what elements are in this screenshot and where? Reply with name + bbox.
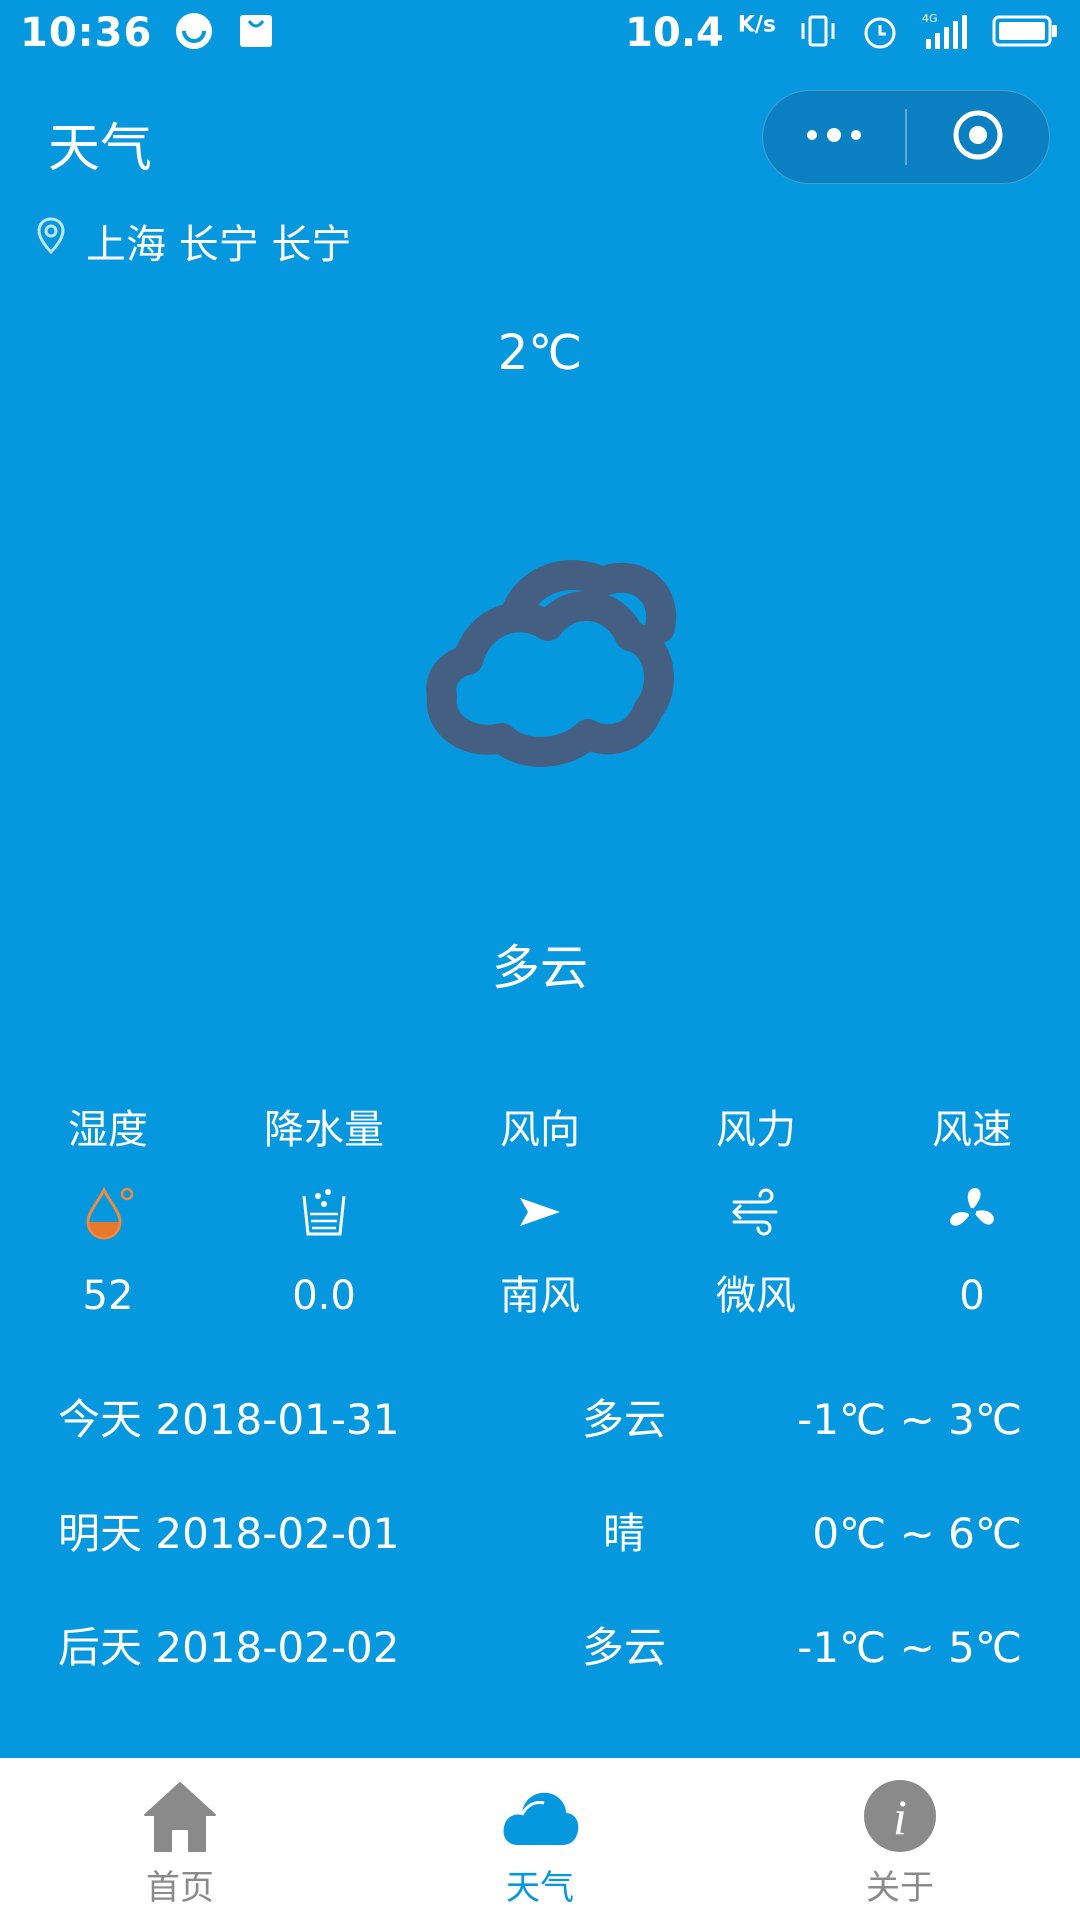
tab-bar: 首页 天气 i 关于 [0, 1758, 1080, 1920]
status-bar-right: 10.4 K/s 4G [625, 10, 1058, 56]
shopping-bag-notification-icon [236, 11, 276, 55]
capsule-menu [762, 90, 1050, 184]
metric-value: 微风 [716, 1273, 796, 1319]
metric-value: 南风 [500, 1273, 580, 1319]
mini-program-header: 天气 [0, 86, 1080, 196]
current-description: 多云 [491, 940, 588, 996]
alarm-icon [860, 11, 900, 55]
forecast-temp: 0℃ ~ 6℃ [812, 1509, 1022, 1558]
status-bar: 10:36 10.4 K/s 4G [0, 0, 1080, 66]
cloudy-icon [398, 550, 684, 790]
metric-precipitation: 降水量 0.0 [216, 1100, 432, 1324]
metric-humidity: 湿度 52 [0, 1100, 216, 1324]
forecast-row: 今天 2018-01-31 多云 -1℃ ~ 3℃ [0, 1392, 1080, 1506]
forecast-day: 今天 2018-01-31 [58, 1395, 400, 1444]
tab-label: 天气 [506, 1868, 574, 1908]
cloud-icon [500, 1776, 580, 1856]
tab-home[interactable]: 首页 [0, 1758, 360, 1920]
messenger-notification-icon [174, 11, 214, 55]
metric-value: 0.0 [292, 1273, 356, 1319]
metric-label: 风力 [716, 1107, 796, 1153]
metric-value: 52 [82, 1273, 134, 1319]
location-pin-icon [36, 216, 66, 266]
page-title: 天气 [48, 119, 153, 179]
forecast-desc: 晴 [602, 1509, 645, 1558]
humidity-drop-icon [78, 1182, 138, 1242]
home-icon [140, 1776, 220, 1856]
battery-icon [992, 13, 1058, 53]
forecast-day: 后天 2018-02-02 [58, 1623, 400, 1672]
weather-metrics: 湿度 52 降水量 0.0 风向 南风 风力 微风 风速 0 [0, 1100, 1080, 1324]
metric-wind-force: 风力 微风 [648, 1100, 864, 1324]
forecast-temp: -1℃ ~ 5℃ [797, 1623, 1022, 1672]
location-bar[interactable]: 上海 长宁 长宁 [36, 212, 351, 270]
fan-icon [942, 1182, 1002, 1242]
metric-label: 风速 [932, 1107, 1012, 1153]
wind-lines-icon [726, 1182, 786, 1242]
tab-about[interactable]: i 关于 [720, 1758, 1080, 1920]
forecast-list: 今天 2018-01-31 多云 -1℃ ~ 3℃ 明天 2018-02-01 … [0, 1392, 1080, 1734]
current-temperature: 2℃ [497, 325, 583, 381]
more-button[interactable] [763, 91, 905, 183]
wind-direction-arrow-icon [510, 1182, 570, 1242]
close-button[interactable] [907, 91, 1049, 183]
metric-label: 湿度 [68, 1107, 148, 1153]
metric-value: 0 [959, 1273, 985, 1319]
precipitation-cup-icon [294, 1182, 354, 1242]
forecast-row: 明天 2018-02-01 晴 0℃ ~ 6℃ [0, 1506, 1080, 1620]
forecast-temp: -1℃ ~ 3℃ [797, 1395, 1022, 1444]
target-circle-icon [951, 108, 1005, 166]
metric-wind-direction: 风向 南风 [432, 1100, 648, 1324]
svg-text:i: i [893, 1789, 907, 1845]
signal-4g-icon: 4G [922, 11, 970, 55]
tab-weather[interactable]: 天气 [360, 1758, 720, 1920]
status-bar-left: 10:36 [20, 10, 276, 56]
info-icon: i [860, 1776, 940, 1856]
metric-label: 降水量 [264, 1107, 384, 1153]
tab-label: 关于 [866, 1868, 934, 1908]
forecast-row: 后天 2018-02-02 多云 -1℃ ~ 5℃ [0, 1620, 1080, 1734]
network-speed: 10.4 K/s [625, 10, 776, 56]
tab-label: 首页 [146, 1868, 214, 1908]
svg-text:4G: 4G [922, 12, 938, 25]
status-time: 10:36 [20, 10, 153, 56]
vibrate-icon [798, 11, 838, 55]
forecast-day: 明天 2018-02-01 [58, 1509, 400, 1558]
forecast-desc: 多云 [581, 1395, 666, 1444]
forecast-desc: 多云 [581, 1623, 666, 1672]
more-dots-icon [804, 127, 864, 147]
metric-label: 风向 [500, 1107, 580, 1153]
metric-wind-speed: 风速 0 [864, 1100, 1080, 1324]
location-text: 上海 长宁 长宁 [86, 222, 352, 268]
